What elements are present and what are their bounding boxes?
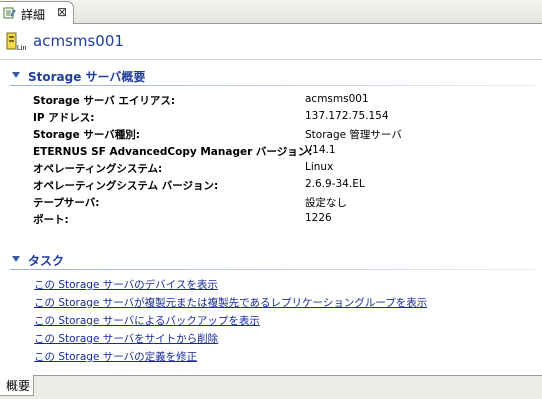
property-row: オペレーティングシステム バージョン: 2.6.9-34.EL bbox=[0, 177, 542, 194]
property-value: Linux bbox=[305, 161, 334, 173]
collapse-toggle-icon[interactable] bbox=[12, 256, 20, 262]
property-value: 2.6.9-34.EL bbox=[305, 178, 365, 190]
tab-overview[interactable]: 概要 bbox=[0, 375, 34, 396]
property-value: Storage 管理サーバ bbox=[305, 129, 402, 141]
section-overview-header[interactable]: Storage サーバ概要 bbox=[10, 67, 538, 86]
property-row: Storage サーバ エイリアス: acmsms001 bbox=[0, 92, 542, 109]
property-key: テープサーバ: bbox=[33, 197, 100, 209]
property-row: ポート: 1226 bbox=[0, 211, 542, 228]
task-link-show-backups[interactable]: この Storage サーバによるバックアップを表示 bbox=[34, 313, 260, 328]
property-value: 設定なし bbox=[305, 197, 347, 209]
section-divider bbox=[10, 269, 538, 270]
page-title: acmsms001 bbox=[33, 32, 124, 50]
property-key: IP アドレス: bbox=[33, 112, 95, 124]
page-tab-bar: 概要 bbox=[0, 375, 542, 399]
property-value: 1226 bbox=[305, 212, 332, 224]
view-tab-strip: 詳細 ⊠ bbox=[0, 0, 542, 24]
property-key: Storage サーバ種別: bbox=[33, 129, 140, 141]
property-row: IP アドレス: 137.172.75.154 bbox=[0, 109, 542, 126]
property-key: オペレーティングシステム: bbox=[33, 163, 163, 175]
task-link-show-replication-groups[interactable]: この Storage サーバが複製元または複製先であるレプリケーショングループを… bbox=[34, 295, 427, 310]
property-value: V14.1 bbox=[305, 144, 336, 156]
linux-server-icon: Lin bbox=[6, 32, 26, 52]
collapse-toggle-icon[interactable] bbox=[12, 72, 20, 78]
property-row: オペレーティングシステム: Linux bbox=[0, 160, 542, 177]
property-key: Storage サーバ エイリアス: bbox=[33, 95, 176, 107]
task-link-show-devices[interactable]: この Storage サーバのデバイスを表示 bbox=[34, 277, 218, 292]
section-overview-title: Storage サーバ概要 bbox=[28, 70, 146, 84]
property-row: Storage サーバ種別: Storage 管理サーバ bbox=[0, 126, 542, 143]
tab-detail-label: 詳細 bbox=[21, 8, 46, 22]
task-link-delete-from-site[interactable]: この Storage サーバをサイトから削除 bbox=[34, 331, 218, 346]
property-key: ポート: bbox=[33, 214, 69, 226]
form-header: Lin acmsms001 bbox=[0, 24, 542, 60]
property-key: ETERNUS SF AdvancedCopy Manager バージョン: bbox=[33, 146, 313, 158]
section-tasks-title: タスク bbox=[28, 254, 65, 268]
close-icon[interactable]: ⊠ bbox=[57, 5, 67, 19]
tab-overview-label: 概要 bbox=[6, 379, 31, 393]
task-link-modify-definition[interactable]: この Storage サーバの定義を修正 bbox=[34, 349, 197, 364]
property-value: 137.172.75.154 bbox=[305, 110, 389, 122]
linux-badge: Lin bbox=[17, 45, 26, 52]
property-row: ETERNUS SF AdvancedCopy Manager バージョン: V… bbox=[0, 143, 542, 160]
section-divider bbox=[10, 85, 538, 86]
property-row: テープサーバ: 設定なし bbox=[0, 194, 542, 211]
property-value: acmsms001 bbox=[305, 93, 369, 105]
section-tasks-header[interactable]: タスク bbox=[10, 251, 538, 270]
detail-view-icon bbox=[3, 7, 16, 19]
tab-detail[interactable]: 詳細 ⊠ bbox=[0, 1, 74, 24]
property-key: オペレーティングシステム バージョン: bbox=[33, 180, 219, 192]
